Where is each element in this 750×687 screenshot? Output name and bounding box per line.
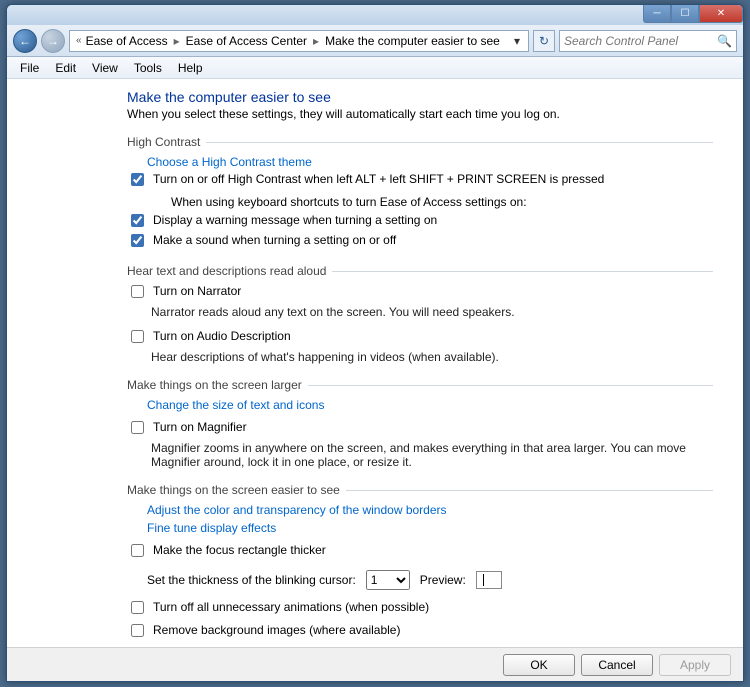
label-cursor-thickness: Set the thickness of the blinking cursor… [147, 573, 356, 587]
label-high-contrast-toggle: Turn on or off High Contrast when left A… [153, 172, 604, 186]
link-fine-tune[interactable]: Fine tune display effects [147, 521, 713, 535]
menu-file[interactable]: File [13, 59, 46, 77]
group-read-aloud: Hear text and descriptions read aloud Tu… [127, 264, 713, 364]
maximize-button[interactable]: ☐ [671, 5, 699, 23]
menu-view[interactable]: View [85, 59, 125, 77]
checkbox-high-contrast-toggle[interactable] [131, 173, 144, 186]
refresh-button[interactable]: ↻ [533, 30, 555, 52]
menu-help[interactable]: Help [171, 59, 210, 77]
checkbox-magnifier[interactable] [131, 421, 144, 434]
refresh-icon: ↻ [539, 34, 549, 48]
forward-button[interactable]: → [41, 29, 65, 53]
label-audio-description: Turn on Audio Description [153, 329, 291, 343]
group-header-read-aloud: Hear text and descriptions read aloud [127, 264, 326, 278]
chevron-right-icon: ▸ [309, 34, 323, 48]
checkbox-narrator[interactable] [131, 285, 144, 298]
menu-tools[interactable]: Tools [127, 59, 169, 77]
menubar: File Edit View Tools Help [7, 57, 743, 79]
link-choose-high-contrast[interactable]: Choose a High Contrast theme [147, 155, 713, 169]
chevron-right-icon: ▸ [170, 34, 184, 48]
link-change-size[interactable]: Change the size of text and icons [147, 398, 713, 412]
divider [308, 385, 713, 386]
label-shortcut-intro: When using keyboard shortcuts to turn Ea… [171, 195, 713, 209]
window-controls: ─ ☐ ✕ [643, 5, 743, 25]
breadcrumb-item-current[interactable]: Make the computer easier to see [325, 34, 500, 48]
divider [346, 490, 713, 491]
chevron-left-icon: « [74, 35, 84, 46]
page-title: Make the computer easier to see [127, 89, 713, 105]
breadcrumb-item-ease-of-access[interactable]: Ease of Access [86, 34, 168, 48]
divider [332, 271, 713, 272]
search-input[interactable]: Search Control Panel 🔍 [559, 30, 737, 52]
checkbox-remove-bg[interactable] [131, 624, 144, 637]
breadcrumb[interactable]: « Ease of Access ▸ Ease of Access Center… [69, 30, 529, 52]
group-easier: Make things on the screen easier to see … [127, 483, 713, 640]
checkbox-turn-off-animations[interactable] [131, 601, 144, 614]
navbar: ← → « Ease of Access ▸ Ease of Access Ce… [7, 25, 743, 57]
breadcrumb-item-center[interactable]: Ease of Access Center [186, 34, 307, 48]
page-subtitle: When you select these settings, they wil… [127, 107, 713, 121]
ok-button[interactable]: OK [503, 654, 575, 676]
label-turn-off-animations: Turn off all unnecessary animations (whe… [153, 600, 429, 614]
content-pane: Make the computer easier to see When you… [7, 79, 743, 647]
titlebar: ─ ☐ ✕ [7, 5, 743, 25]
desc-narrator: Narrator reads aloud any text on the scr… [151, 305, 713, 319]
arrow-right-icon: → [47, 34, 59, 48]
apply-button[interactable]: Apply [659, 654, 731, 676]
menu-edit[interactable]: Edit [48, 59, 83, 77]
back-button[interactable]: ← [13, 29, 37, 53]
select-cursor-thickness[interactable]: 1 [366, 570, 410, 590]
label-focus-rectangle: Make the focus rectangle thicker [153, 543, 326, 557]
desc-magnifier: Magnifier zooms in anywhere on the scree… [151, 441, 713, 469]
footer: OK Cancel Apply [7, 647, 743, 681]
label-display-warning: Display a warning message when turning a… [153, 213, 437, 227]
checkbox-make-sound[interactable] [131, 234, 144, 247]
label-narrator: Turn on Narrator [153, 284, 241, 298]
desc-audio-description: Hear descriptions of what's happening in… [151, 350, 713, 364]
search-icon: 🔍 [717, 34, 732, 48]
group-header-easier: Make things on the screen easier to see [127, 483, 340, 497]
group-header-larger: Make things on the screen larger [127, 378, 302, 392]
link-window-borders[interactable]: Adjust the color and transparency of the… [147, 503, 713, 517]
close-button[interactable]: ✕ [699, 5, 743, 23]
label-preview: Preview: [420, 573, 466, 587]
arrow-left-icon: ← [19, 34, 31, 48]
divider [206, 142, 713, 143]
search-placeholder: Search Control Panel [564, 34, 678, 48]
group-larger: Make things on the screen larger Change … [127, 378, 713, 469]
label-make-sound: Make a sound when turning a setting on o… [153, 233, 396, 247]
label-remove-bg: Remove background images (where availabl… [153, 623, 400, 637]
cancel-button[interactable]: Cancel [581, 654, 653, 676]
control-panel-window: ─ ☐ ✕ ← → « Ease of Access ▸ Ease of Acc… [6, 4, 744, 682]
cursor-icon [483, 574, 484, 586]
group-header-high-contrast: High Contrast [127, 135, 200, 149]
checkbox-audio-description[interactable] [131, 330, 144, 343]
label-magnifier: Turn on Magnifier [153, 420, 247, 434]
cursor-preview [476, 571, 502, 589]
checkbox-focus-rectangle[interactable] [131, 544, 144, 557]
breadcrumb-dropdown[interactable]: ▾ [510, 34, 524, 48]
group-high-contrast: High Contrast Choose a High Contrast the… [127, 135, 713, 250]
minimize-button[interactable]: ─ [643, 5, 671, 23]
checkbox-display-warning[interactable] [131, 214, 144, 227]
